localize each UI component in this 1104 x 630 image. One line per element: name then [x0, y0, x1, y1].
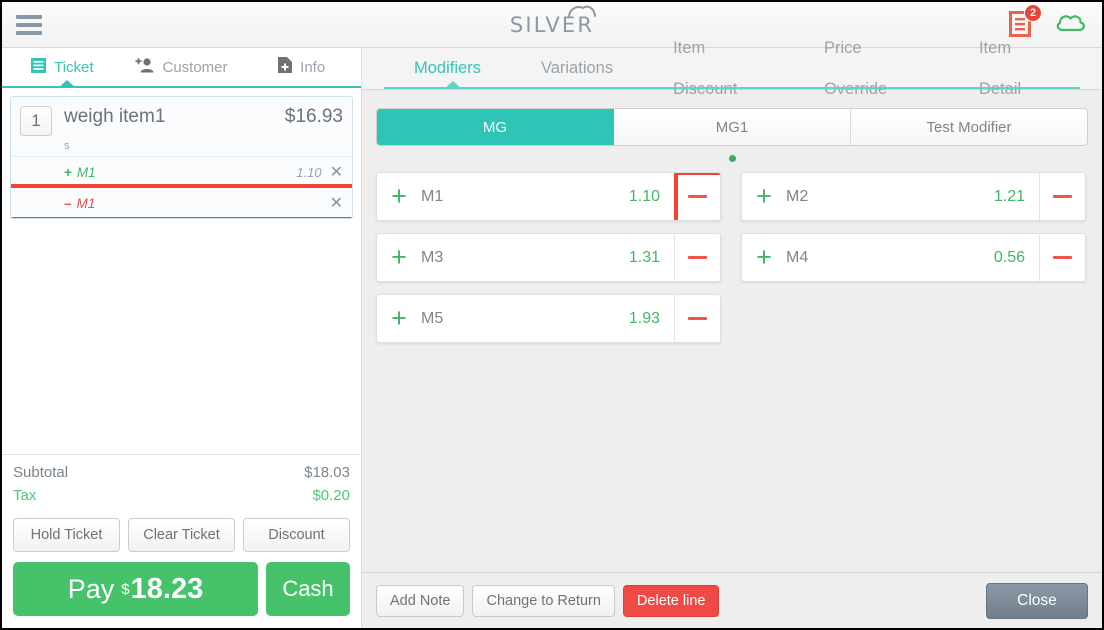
- cloud-arc-icon: [568, 5, 597, 17]
- modifier-group-tabs: MG MG1 Test Modifier: [376, 108, 1088, 146]
- plus-icon[interactable]: +: [377, 173, 421, 220]
- change-to-return-button[interactable]: Change to Return: [472, 584, 615, 617]
- modifier-card-m4[interactable]: + M4 0.56: [741, 233, 1086, 282]
- modifier-card-m5[interactable]: + M5 1.93: [376, 294, 721, 343]
- tab-customer-label: Customer: [162, 58, 228, 76]
- modifier-card-m2[interactable]: + M2 1.21: [741, 172, 1086, 221]
- logo-text: SILVER: [509, 12, 595, 37]
- page-indicator: [376, 146, 1088, 172]
- discount-button[interactable]: Discount: [243, 518, 350, 552]
- ticket-item-price: $16.93: [284, 106, 343, 127]
- tab-info-label: Info: [300, 58, 326, 76]
- detail-panel-tabs: Modifiers Variations Item Discount Price…: [362, 39, 1102, 98]
- modifier-card-m3[interactable]: + M3 1.31: [376, 233, 721, 282]
- ticket-line-item[interactable]: 1 weigh item1 $16.93 s + M1 1.10 ✕ – M1 …: [10, 96, 353, 219]
- modifiers-content: MG MG1 Test Modifier + M1 1.10 + M2 1.21…: [362, 90, 1102, 572]
- plus-icon[interactable]: +: [377, 295, 421, 342]
- modifier-price: 1.10: [628, 187, 660, 205]
- detail-tabs-underline: [384, 87, 1080, 89]
- close-button[interactable]: Close: [986, 582, 1088, 619]
- tab-price-override[interactable]: Price Override: [794, 28, 949, 110]
- detail-panel-footer: Add Note Change to Return Delete line Cl…: [362, 572, 1102, 628]
- pay-currency: $: [121, 580, 130, 598]
- tab-item-detail[interactable]: Item Detail: [949, 28, 1080, 110]
- ticket-modifier-name: M1: [76, 164, 96, 180]
- ticket-items-area: 1 weigh item1 $16.93 s + M1 1.10 ✕ – M1 …: [2, 88, 361, 454]
- modifier-name: M3: [421, 248, 444, 266]
- close-x-icon[interactable]: ✕: [330, 162, 343, 182]
- payment-buttons: Pay $ 18.23 Cash: [2, 552, 361, 628]
- ticket-list-icon: [30, 57, 47, 78]
- detail-panel: Modifiers Variations Item Discount Price…: [362, 39, 1102, 628]
- highlighted-modifier-wrapper: – M1 ✕: [11, 184, 352, 218]
- ticket-modifier-row-remove[interactable]: – M1 ✕: [11, 187, 352, 218]
- ticket-panel-tabs: Ticket Customer Info: [2, 48, 361, 88]
- ticket-totals: Subtotal $18.03 Tax $0.20: [2, 454, 361, 507]
- clear-ticket-button[interactable]: Clear Ticket: [128, 518, 235, 552]
- modifier-grid: + M1 1.10 + M2 1.21 + M3 1.31 + M4 0.56 …: [376, 172, 1088, 343]
- modifier-name: M2: [786, 187, 809, 205]
- modifier-group-mg1[interactable]: MG1: [614, 109, 851, 145]
- tax-value: $0.20: [312, 487, 350, 504]
- modifier-name: M1: [421, 187, 444, 205]
- ticket-line-main: 1 weigh item1 $16.93: [11, 97, 352, 138]
- subtotal-row: Subtotal $18.03: [13, 461, 350, 484]
- active-tab-indicator: [58, 80, 76, 88]
- add-person-icon: [135, 57, 155, 78]
- ticket-item-sublabel: s: [64, 140, 70, 152]
- ticket-modifier-row-add[interactable]: + M1 1.10 ✕: [11, 156, 352, 187]
- hold-ticket-button[interactable]: Hold Ticket: [13, 518, 120, 552]
- tab-customer[interactable]: Customer: [122, 48, 242, 86]
- delete-line-button[interactable]: Delete line: [622, 584, 720, 617]
- subtotal-value: $18.03: [304, 464, 350, 481]
- tax-row: Tax $0.20: [13, 484, 350, 507]
- page-dot[interactable]: [728, 155, 736, 162]
- subtotal-label: Subtotal: [13, 464, 69, 481]
- modifier-price: 1.21: [993, 187, 1025, 205]
- tab-ticket-label: Ticket: [54, 58, 94, 76]
- tax-label: Tax: [13, 487, 37, 504]
- cash-button[interactable]: Cash: [266, 562, 350, 616]
- ticket-action-buttons: Hold Ticket Clear Ticket Discount: [2, 507, 361, 552]
- modifier-name: M4: [786, 248, 809, 266]
- plus-sign-icon: +: [64, 164, 72, 180]
- tab-info[interactable]: Info: [241, 48, 361, 86]
- ticket-panel: Ticket Customer Info 1 weigh item1 $16.9…: [2, 48, 362, 628]
- modifier-group-test-modifier[interactable]: Test Modifier: [851, 109, 1087, 145]
- minus-icon[interactable]: [674, 173, 720, 220]
- modifier-group-mg[interactable]: MG: [377, 109, 614, 145]
- minus-icon[interactable]: [1039, 234, 1085, 281]
- receipt-badge: 2: [1024, 3, 1042, 22]
- quantity-badge[interactable]: 1: [20, 106, 52, 136]
- plus-icon[interactable]: +: [377, 234, 421, 281]
- add-note-button[interactable]: Add Note: [376, 584, 465, 617]
- close-x-icon[interactable]: ✕: [330, 193, 343, 213]
- ticket-modifier-name: M1: [76, 195, 96, 211]
- add-document-icon: [277, 56, 293, 78]
- modifier-price: 1.93: [628, 309, 660, 327]
- minus-sign-icon: –: [64, 195, 72, 211]
- main-body: Ticket Customer Info 1 weigh item1 $16.9…: [2, 39, 1102, 628]
- logo-text-wrap: SILVER: [509, 5, 597, 37]
- modifier-price: 0.56: [993, 248, 1025, 266]
- tab-item-discount[interactable]: Item Discount: [643, 28, 794, 110]
- ticket-item-name: weigh item1: [64, 106, 166, 127]
- minus-icon[interactable]: [674, 295, 720, 342]
- plus-icon[interactable]: +: [742, 234, 786, 281]
- plus-icon[interactable]: +: [742, 173, 786, 220]
- modifier-name: M5: [421, 309, 444, 327]
- pay-amount: 18.23: [130, 572, 204, 605]
- ticket-modifier-amount: 1.10: [296, 164, 322, 180]
- hamburger-menu-icon[interactable]: [16, 14, 42, 35]
- minus-icon[interactable]: [1039, 173, 1085, 220]
- modifier-price: 1.31: [628, 248, 660, 266]
- tab-variations[interactable]: Variations: [511, 48, 643, 89]
- minus-icon[interactable]: [674, 234, 720, 281]
- modifier-card-m1[interactable]: + M1 1.10: [376, 172, 721, 221]
- pos-application: SILVER 2 Ticket Customer Info 1 weigh it…: [2, 2, 1102, 628]
- pay-label: Pay: [67, 573, 115, 604]
- active-detail-tab-indicator: [444, 81, 462, 89]
- pay-button[interactable]: Pay $ 18.23: [13, 562, 258, 616]
